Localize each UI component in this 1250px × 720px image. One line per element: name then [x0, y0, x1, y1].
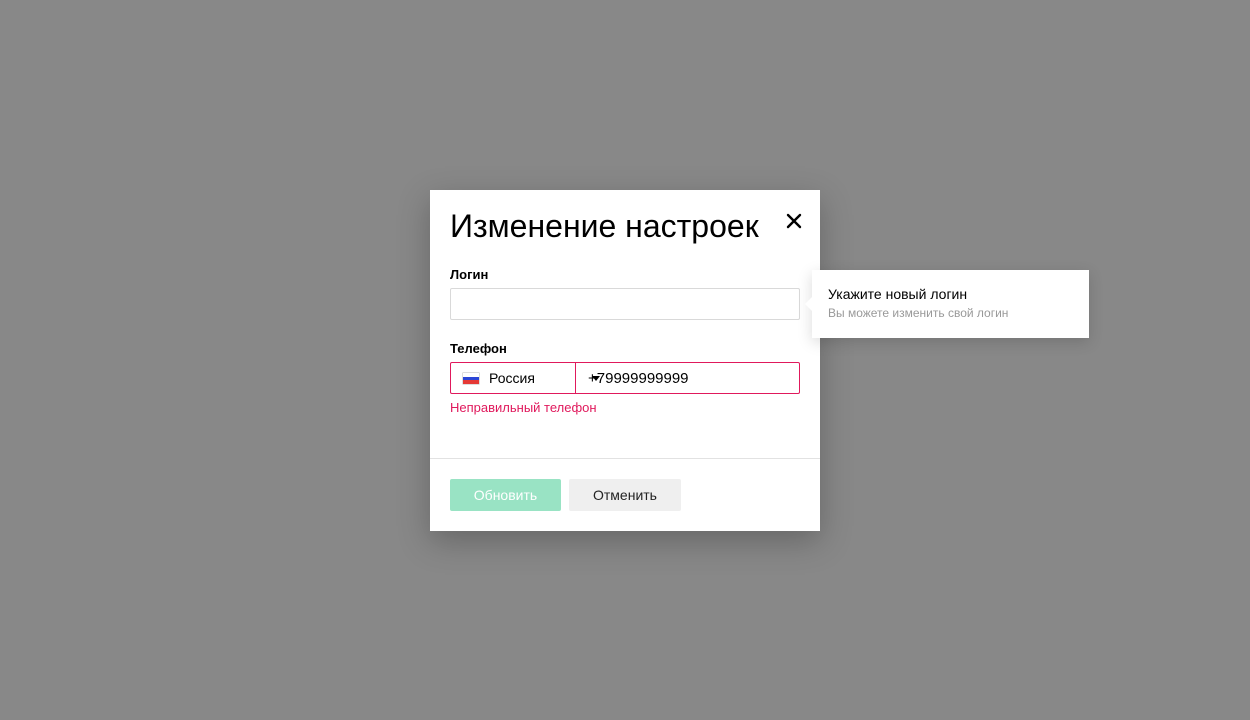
dialog-title: Изменение настроек: [450, 208, 759, 244]
login-label: Логин: [450, 267, 489, 282]
phone-error-message: Неправильный телефон: [450, 400, 597, 415]
login-tooltip: Укажите новый логин Вы можете изменить с…: [805, 270, 1089, 338]
chevron-down-icon: [592, 376, 600, 381]
phone-label: Телефон: [450, 341, 507, 356]
login-input[interactable]: [450, 288, 800, 320]
country-name: Россия: [489, 370, 535, 386]
tooltip-subtitle: Вы можете изменить свой логин: [828, 306, 1009, 320]
cancel-button[interactable]: Отменить: [569, 479, 681, 511]
update-button[interactable]: Обновить: [450, 479, 561, 511]
phone-input[interactable]: [576, 363, 799, 393]
close-icon: [786, 213, 802, 229]
tooltip-title: Укажите новый логин: [828, 286, 968, 302]
country-select[interactable]: Россия: [451, 363, 600, 393]
phone-field-group: Россия: [450, 362, 800, 394]
tooltip-arrow: [805, 297, 812, 311]
russia-flag-icon: [463, 373, 479, 385]
footer-divider: [430, 458, 820, 459]
close-button[interactable]: [783, 210, 805, 232]
settings-dialog: Изменение настроек Логин Телефон Россия …: [430, 190, 820, 531]
